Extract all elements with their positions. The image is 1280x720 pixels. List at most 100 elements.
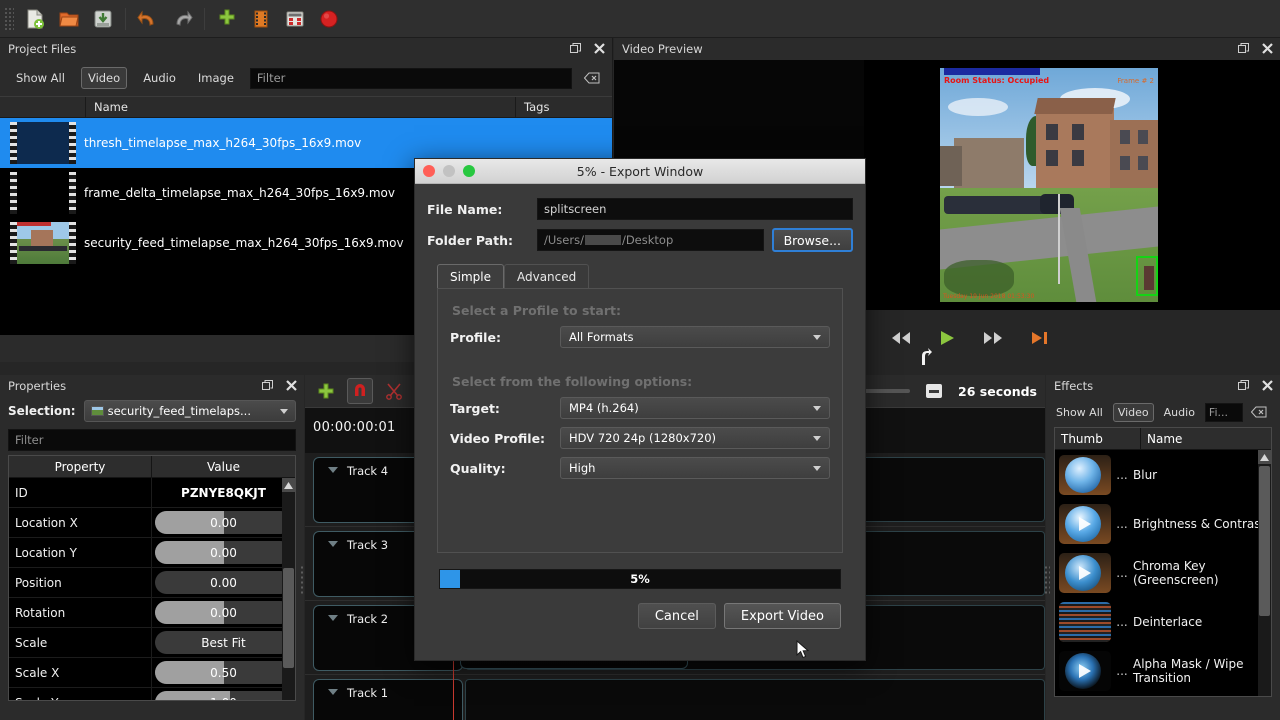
import-files-icon[interactable] — [212, 4, 242, 34]
property-value-text: 0.50 — [210, 665, 237, 680]
snapping-toggle-button[interactable] — [347, 378, 373, 404]
save-project-icon[interactable] — [88, 4, 118, 34]
choose-profile-icon[interactable] — [246, 4, 276, 34]
property-value-text: 0.00 — [210, 605, 237, 620]
effect-row[interactable]: ... Deinterlace — [1055, 597, 1271, 646]
pf-col-name[interactable]: Name — [86, 97, 516, 117]
ef-filter-audio[interactable]: Audio — [1160, 404, 1199, 421]
close-icon[interactable] — [1260, 377, 1274, 393]
clear-search-icon[interactable] — [582, 70, 602, 86]
property-row[interactable]: Position 0.00 — [9, 568, 295, 598]
undock-icon[interactable] — [1236, 377, 1250, 393]
ef-filter-show-all[interactable]: Show All — [1052, 404, 1107, 421]
property-row[interactable]: Location Y 0.00 — [9, 538, 295, 568]
scrollbar-thumb[interactable] — [1259, 466, 1270, 616]
effects-resize-grip[interactable] — [1044, 565, 1050, 595]
browse-button[interactable]: Browse... — [771, 228, 853, 252]
effects-scrollbar[interactable] — [1258, 450, 1271, 696]
timeline-zoom-icon[interactable] — [926, 384, 943, 398]
properties-rows: ID PZNYE8QKJT Location X 0.00 Location Y 0.00… — [9, 478, 295, 700]
tab-simple[interactable]: Simple — [437, 264, 504, 288]
rewind-button[interactable] — [889, 328, 913, 348]
chevron-down-icon — [813, 406, 821, 411]
ef-filter-video[interactable]: Video — [1112, 402, 1154, 422]
scroll-up-icon[interactable] — [282, 478, 295, 492]
close-window-button[interactable] — [423, 165, 435, 177]
property-row[interactable]: Scale Best Fit — [9, 628, 295, 658]
folder-path-input[interactable]: /Users/ /Desktop — [537, 229, 764, 251]
fast-forward-button[interactable] — [981, 328, 1005, 348]
property-value[interactable]: 1.00 — [152, 688, 295, 700]
target-dropdown[interactable]: MP4 (h.264) — [560, 397, 830, 419]
property-value[interactable]: 0.00 — [152, 538, 295, 567]
effects-search-input[interactable]: Fi... — [1204, 402, 1243, 422]
jump-to-end-button[interactable] — [1027, 328, 1051, 348]
toolbar-separator-2 — [204, 7, 205, 30]
undock-icon[interactable] — [1236, 40, 1250, 56]
track-lane[interactable] — [465, 679, 1045, 720]
property-row[interactable]: Scale Y 1.00 — [9, 688, 295, 700]
video-profile-dropdown[interactable]: HDV 720 24p (1280x720) — [560, 427, 830, 449]
new-project-icon[interactable] — [20, 4, 50, 34]
property-row[interactable]: Rotation 0.00 — [9, 598, 295, 628]
redo-icon[interactable] — [167, 4, 197, 34]
properties-filter-input[interactable]: Filter — [8, 429, 296, 451]
project-files-search-input[interactable]: Filter — [249, 67, 572, 89]
profile-dropdown[interactable]: All Formats — [560, 326, 830, 348]
close-icon[interactable] — [1260, 40, 1274, 56]
export-dialog-title-bar[interactable]: 5% - Export Window — [415, 159, 865, 184]
add-track-button[interactable] — [313, 378, 339, 404]
effects-table: Thumb Name ... Blur... Brightness & Contra… — [1054, 427, 1272, 697]
undock-icon[interactable] — [568, 40, 582, 56]
chevron-down-icon[interactable] — [328, 541, 338, 547]
pf-filter-image[interactable]: Image — [192, 68, 240, 88]
scrollbar-thumb[interactable] — [283, 568, 294, 668]
open-project-icon[interactable] — [54, 4, 84, 34]
maximize-window-button[interactable] — [463, 165, 475, 177]
chevron-down-icon[interactable] — [328, 689, 338, 695]
effect-row[interactable]: ... Brightness & Contrast — [1055, 499, 1271, 548]
property-value[interactable]: Best Fit — [152, 628, 295, 657]
effect-row[interactable]: ... Blur — [1055, 450, 1271, 499]
property-value[interactable]: 0.00 — [152, 598, 295, 627]
chevron-down-icon[interactable] — [328, 615, 338, 621]
effect-row[interactable]: ... Chroma Key (Greenscreen) — [1055, 548, 1271, 597]
fullscreen-icon[interactable] — [280, 4, 310, 34]
track-header[interactable]: Track 1 — [313, 679, 463, 720]
property-row[interactable]: Location X 0.00 — [9, 508, 295, 538]
pf-filter-video[interactable]: Video — [80, 67, 128, 89]
toolbar-drag-handle[interactable] — [4, 6, 14, 31]
scroll-up-icon[interactable] — [1258, 450, 1271, 464]
undock-icon[interactable] — [260, 377, 274, 393]
file-name-input[interactable]: splitscreen — [537, 198, 853, 220]
export-video-icon[interactable] — [314, 4, 344, 34]
undo-icon[interactable] — [133, 4, 163, 34]
export-video-button[interactable]: Export Video — [723, 603, 841, 629]
pf-col-tags[interactable]: Tags — [516, 97, 612, 117]
quality-dropdown[interactable]: High — [560, 457, 830, 479]
cancel-button[interactable]: Cancel — [637, 603, 716, 629]
tab-advanced[interactable]: Advanced — [503, 264, 590, 288]
property-value[interactable]: 0.00 — [152, 568, 295, 597]
property-row[interactable]: Scale X 0.50 — [9, 658, 295, 688]
property-row[interactable]: ID PZNYE8QKJT — [9, 478, 295, 508]
selection-dropdown[interactable]: security_feed_timelaps... — [83, 400, 296, 422]
pf-filter-audio[interactable]: Audio — [137, 68, 182, 88]
property-value-text: 0.00 — [210, 545, 237, 560]
property-key: Scale — [9, 628, 152, 657]
timeline-track[interactable]: Track 1 — [305, 675, 1045, 720]
clear-search-icon[interactable] — [1249, 404, 1269, 420]
close-icon[interactable] — [284, 377, 298, 393]
properties-scrollbar[interactable] — [282, 478, 295, 700]
effect-row[interactable]: ... Alpha Mask / Wipe Transition — [1055, 646, 1271, 695]
property-value[interactable]: PZNYE8QKJT — [152, 478, 295, 507]
pf-filter-show-all[interactable]: Show All — [10, 68, 71, 88]
play-button[interactable] — [935, 328, 959, 348]
chevron-down-icon[interactable] — [328, 467, 338, 473]
overlay-room-status: Room Status: Occupied — [944, 76, 1050, 85]
razor-tool-button[interactable] — [381, 378, 407, 404]
minimize-window-button[interactable] — [443, 165, 455, 177]
property-value[interactable]: 0.50 — [152, 658, 295, 687]
close-icon[interactable] — [592, 40, 606, 56]
property-value[interactable]: 0.00 — [152, 508, 295, 537]
